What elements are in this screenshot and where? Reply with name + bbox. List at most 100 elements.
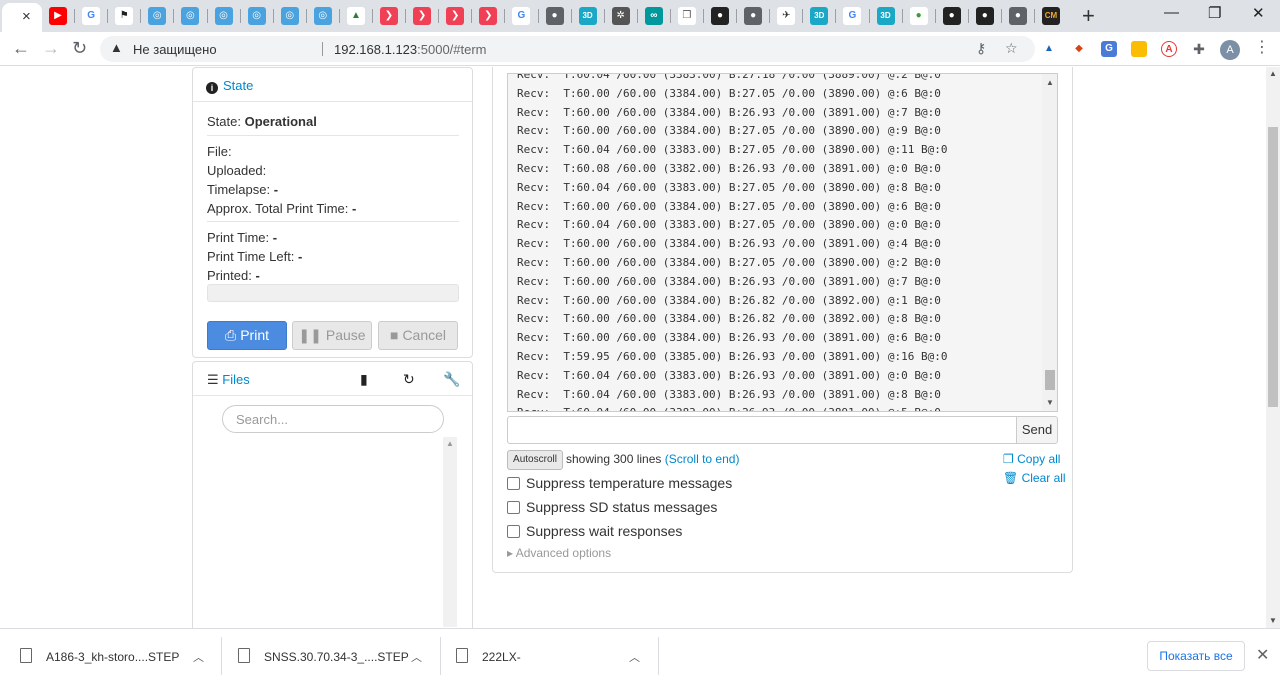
site-icon[interactable]: ◎: [280, 7, 299, 25]
chevron-up-icon[interactable]: ︿: [411, 649, 422, 665]
extension-icon[interactable]: [1131, 41, 1147, 57]
state-panel-header[interactable]: i State: [193, 68, 472, 102]
clear-all-link[interactable]: 🗑 Clear all: [1003, 471, 1066, 485]
pause-button[interactable]: ❚❚ Pause: [292, 321, 372, 350]
forward-arrow-icon[interactable]: →: [42, 38, 60, 58]
pocket-icon[interactable]: ❯: [380, 7, 398, 25]
profile-avatar[interactable]: A: [1220, 40, 1240, 60]
suppress-temperature-option[interactable]: Suppress temperature messages: [507, 475, 732, 491]
leaf-icon[interactable]: ●: [909, 7, 928, 25]
scroll-down-arrow-icon[interactable]: ▼: [1046, 398, 1054, 407]
download-item[interactable]: 222LX- ︿: [436, 629, 656, 683]
files-scrollbar[interactable]: ▲: [443, 437, 457, 627]
send-button[interactable]: Send: [1016, 416, 1058, 444]
gear-icon[interactable]: ✲: [611, 7, 630, 25]
translate-icon[interactable]: G: [1101, 41, 1117, 57]
browser-menu-icon[interactable]: ⋮: [1254, 38, 1270, 58]
refresh-icon[interactable]: ↻: [403, 371, 415, 388]
terminal-scroll-thumb[interactable]: [1045, 370, 1055, 390]
cancel-button[interactable]: ■ Cancel: [378, 321, 458, 350]
checkbox[interactable]: [507, 477, 520, 490]
tab-separator: [570, 9, 572, 23]
github-icon[interactable]: ●: [942, 7, 961, 25]
arduino-icon[interactable]: ∞: [644, 7, 663, 25]
reload-icon[interactable]: ↻: [72, 38, 87, 58]
terminal-command-input[interactable]: [507, 416, 1017, 444]
divider: [658, 637, 659, 675]
google-icon[interactable]: G: [82, 7, 101, 25]
terminal-line: Recv: T:60.08 /60.00 (3382.00) B:26.93 /…: [517, 161, 941, 175]
tab-close-icon[interactable]: ×: [22, 8, 31, 26]
scroll-up-arrow-icon[interactable]: ▲: [446, 439, 454, 448]
scroll-up-arrow-icon[interactable]: ▲: [1269, 69, 1277, 78]
advanced-options-toggle[interactable]: ▸ Advanced options: [507, 546, 611, 560]
extensions-puzzle-icon[interactable]: ✚: [1191, 41, 1207, 57]
minimize-button[interactable]: —: [1164, 4, 1179, 21]
site-icon[interactable]: ◎: [313, 7, 332, 25]
globe-icon[interactable]: ●: [1008, 7, 1027, 25]
adblock-icon[interactable]: A: [1161, 41, 1177, 57]
scroll-up-arrow-icon[interactable]: ▲: [1046, 78, 1054, 87]
show-all-downloads-button[interactable]: Показать все: [1147, 641, 1245, 671]
globe-icon[interactable]: ●: [545, 7, 564, 25]
print-button[interactable]: ⎙ Print: [207, 321, 287, 350]
file-upload-icon[interactable]: ▮: [360, 371, 368, 388]
mountain-icon[interactable]: ▲: [346, 7, 365, 25]
key-icon[interactable]: ⚷: [976, 40, 986, 57]
files-search-input[interactable]: [222, 405, 444, 433]
pocket-icon[interactable]: ❯: [413, 7, 432, 25]
files-title[interactable]: ☰ Files: [207, 372, 250, 388]
terminal-output[interactable]: Recv: T:60.04 /60.00 (3383.00) B:27.18 /…: [507, 73, 1058, 412]
site-icon[interactable]: ◎: [181, 7, 200, 25]
extension-icon[interactable]: ▲: [1041, 41, 1057, 57]
chevron-up-icon[interactable]: ︿: [629, 649, 640, 665]
state-title[interactable]: i State: [206, 78, 253, 94]
flag-icon[interactable]: ⚑: [115, 7, 134, 25]
page-scroll-thumb[interactable]: [1268, 127, 1278, 407]
suppress-wait-responses-option[interactable]: Suppress wait responses: [507, 523, 682, 539]
terminal-line: Recv: T:60.04 /60.00 (3383.00) B:27.18 /…: [517, 73, 941, 81]
github-icon[interactable]: ●: [711, 7, 729, 25]
checkbox[interactable]: [507, 501, 520, 514]
new-tab-button[interactable]: +: [1082, 3, 1095, 29]
chevron-up-icon[interactable]: ︿: [193, 649, 204, 665]
active-tab[interactable]: ×: [2, 3, 42, 32]
terminal-scrollbar[interactable]: ▲ ▼: [1042, 74, 1057, 411]
suppress-sd-status-option[interactable]: Suppress SD status messages: [507, 499, 717, 515]
scroll-down-arrow-icon[interactable]: ▼: [1269, 616, 1277, 625]
wrench-icon[interactable]: 🔧: [443, 371, 460, 388]
address-bar[interactable]: ▲ Не защищено 192.168.1.123:5000/#term ⚷…: [100, 36, 1035, 62]
google-icon[interactable]: G: [512, 7, 531, 25]
close-window-button[interactable]: ✕: [1252, 4, 1265, 22]
site-icon[interactable]: ◎: [214, 7, 233, 25]
not-secure-label[interactable]: Не защищено: [133, 42, 217, 57]
site-icon[interactable]: ◎: [247, 7, 266, 25]
tab-separator: [1034, 9, 1035, 23]
globe-icon[interactable]: ●: [744, 7, 763, 25]
checkbox[interactable]: [507, 525, 520, 538]
cm-icon[interactable]: CM: [1042, 7, 1060, 25]
restore-button[interactable]: ❐: [1208, 4, 1221, 22]
copy-all-link[interactable]: ❐ Copy all: [1003, 452, 1060, 466]
github-icon[interactable]: ●: [975, 7, 994, 25]
download-item[interactable]: SNSS.30.70.34-3_....STEP ︿: [218, 629, 438, 683]
pocket-icon[interactable]: ❯: [479, 7, 498, 25]
url-text[interactable]: 192.168.1.123:5000/#term: [334, 42, 487, 57]
scroll-to-end-link[interactable]: (Scroll to end): [665, 452, 740, 466]
google-icon[interactable]: G: [843, 7, 862, 25]
3d-icon[interactable]: 3D: [810, 7, 829, 25]
box-icon[interactable]: ❒: [677, 7, 696, 25]
download-item[interactable]: A186-3_kh-storo....STEP ︿: [0, 629, 220, 683]
bookmark-star-icon[interactable]: ☆: [1005, 40, 1018, 57]
autoscroll-button[interactable]: Autoscroll: [507, 450, 563, 470]
3d-icon[interactable]: 3D: [578, 7, 597, 25]
plane-icon[interactable]: ✈: [777, 7, 796, 25]
3d-icon[interactable]: 3D: [876, 7, 895, 25]
back-arrow-icon[interactable]: ←: [12, 38, 30, 58]
close-shelf-icon[interactable]: ✕: [1256, 645, 1269, 665]
site-icon[interactable]: ◎: [148, 7, 167, 25]
page-scrollbar[interactable]: ▲ ▼: [1266, 67, 1280, 628]
youtube-icon[interactable]: ▶: [49, 7, 67, 25]
extension-icon[interactable]: ◆: [1071, 41, 1087, 57]
pocket-icon[interactable]: ❯: [446, 7, 465, 25]
